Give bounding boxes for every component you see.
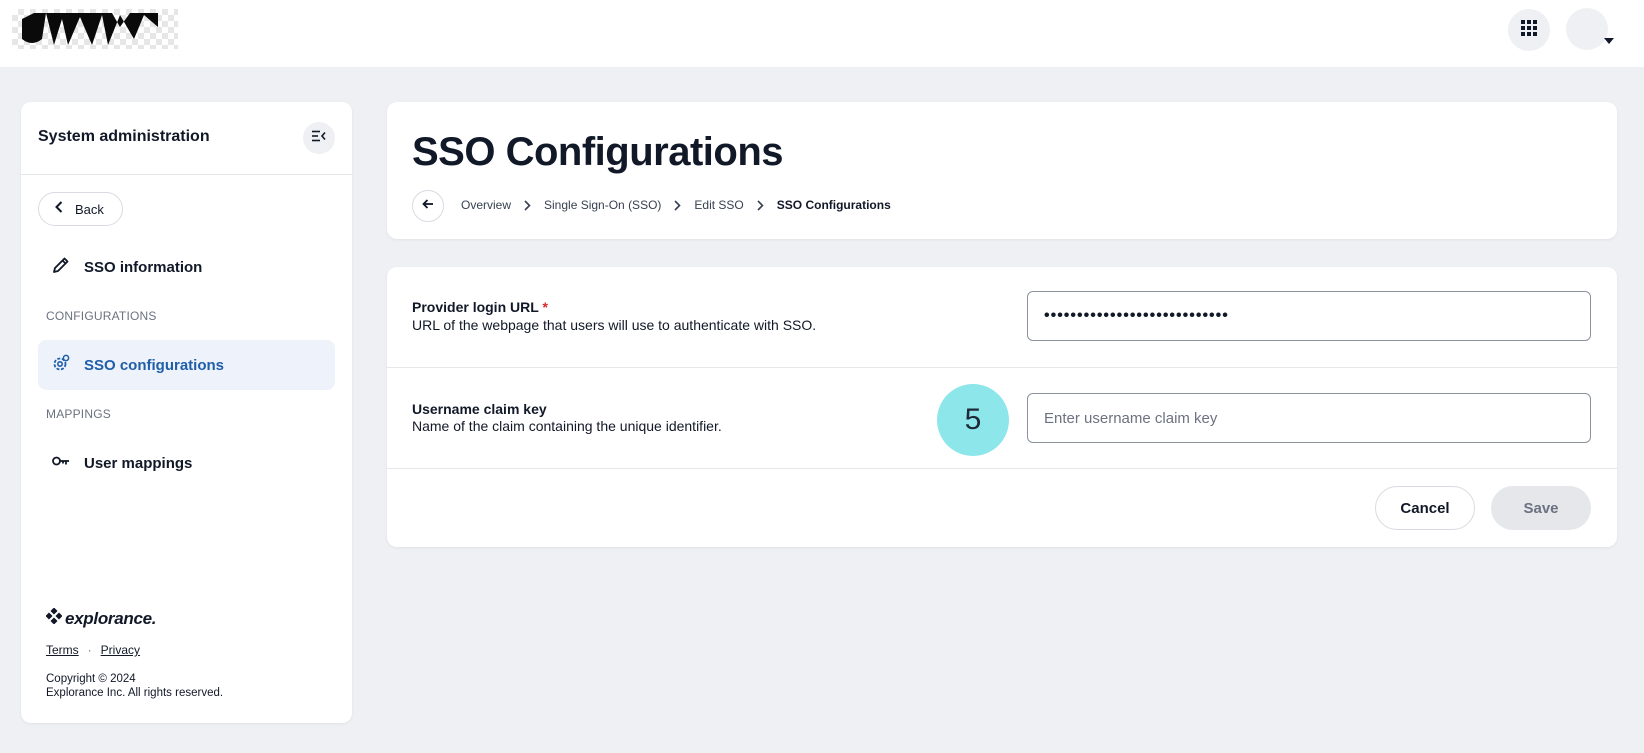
collapse-menu-icon — [312, 129, 326, 147]
page-header: SSO Configurations Overview Single Sign-… — [387, 102, 1617, 239]
explorance-logo-icon — [45, 607, 63, 629]
username-claim-description: Name of the claim containing the unique … — [412, 418, 722, 434]
breadcrumb-single-sign-on[interactable]: Single Sign-On (SSO) — [544, 198, 661, 212]
sidebar-item-sso-information[interactable]: SSO information — [38, 242, 335, 292]
save-button[interactable]: Save — [1491, 486, 1591, 530]
provider-url-label: Provider login URL * — [412, 299, 548, 315]
sso-config-form: Provider login URL * URL of the webpage … — [387, 267, 1617, 547]
sidebar-item-user-mappings[interactable]: User mappings — [38, 438, 335, 488]
provider-url-field[interactable] — [1027, 291, 1591, 341]
gear-icon — [52, 354, 70, 377]
copyright-line-1: Copyright © 2024 — [46, 673, 136, 685]
caret-down-icon — [1604, 38, 1614, 44]
chevron-left-icon — [55, 200, 63, 218]
breadcrumb-current: SSO Configurations — [776, 198, 891, 212]
explorance-brand: explorance. — [45, 607, 157, 629]
page-title: SSO Configurations — [412, 130, 784, 174]
row-divider — [387, 468, 1617, 469]
sidebar-item-label: SSO information — [84, 258, 203, 276]
back-button-label: Back — [75, 201, 104, 217]
sidebar-item-sso-configurations[interactable]: SSO configurations — [38, 340, 335, 390]
grid-apps-icon — [1521, 19, 1537, 41]
user-menu-button[interactable] — [1566, 8, 1616, 52]
breadcrumb-back-button[interactable] — [412, 190, 444, 222]
copyright-line-2: Explorance Inc. All rights reserved. — [46, 687, 224, 699]
provider-url-label-text: Provider login URL — [412, 299, 539, 315]
cancel-button[interactable]: Cancel — [1375, 486, 1475, 530]
privacy-link[interactable]: Privacy — [101, 643, 140, 657]
breadcrumb-edit-sso[interactable]: Edit SSO — [694, 198, 743, 212]
section-label-configurations: CONFIGURATIONS — [46, 309, 157, 323]
section-label-mappings: MAPPINGS — [46, 407, 111, 421]
terms-link[interactable]: Terms — [46, 643, 79, 657]
sidebar-title: System administration — [38, 128, 210, 145]
legal-links: Terms · Privacy — [46, 643, 140, 657]
brand-name: explorance. — [65, 608, 157, 628]
chevron-right-icon — [757, 199, 764, 211]
key-icon — [52, 454, 70, 473]
back-button[interactable]: Back — [38, 192, 123, 226]
copyright: Copyright © 2024 Explorance Inc. All rig… — [46, 672, 223, 700]
sidebar-item-label: SSO configurations — [84, 356, 225, 374]
provider-url-description: URL of the webpage that users will use t… — [412, 317, 817, 333]
chevron-right-icon — [674, 199, 682, 211]
user-avatar — [1566, 8, 1608, 50]
step-badge: 5 — [937, 384, 1009, 456]
arrow-left-icon — [422, 197, 434, 215]
pencil-icon — [52, 256, 70, 279]
row-divider — [387, 367, 1617, 368]
username-claim-label: Username claim key — [412, 401, 547, 417]
apps-menu-button[interactable] — [1508, 9, 1550, 51]
brand-logo[interactable] — [12, 9, 178, 49]
username-claim-field[interactable] — [1027, 393, 1591, 443]
chevron-right-icon — [524, 199, 531, 211]
sidebar-item-label: User mappings — [84, 454, 193, 472]
sidebar-divider — [21, 174, 352, 175]
top-bar — [0, 0, 1644, 67]
breadcrumb: Overview Single Sign-On (SSO) Edit SSO S… — [461, 198, 891, 212]
breadcrumb-overview[interactable]: Overview — [461, 198, 511, 212]
legal-separator: · — [87, 643, 92, 657]
required-marker: * — [542, 299, 548, 315]
collapse-sidebar-button[interactable] — [303, 122, 335, 154]
sidebar: System administration Back SSO informati… — [21, 102, 352, 723]
